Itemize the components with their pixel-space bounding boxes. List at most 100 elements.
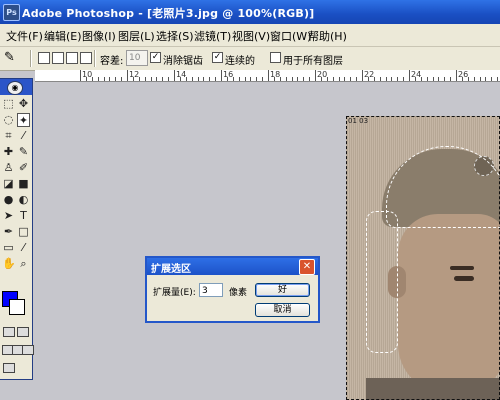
menu-layer[interactable]: 图层(L) <box>118 28 155 44</box>
eraser-tool-icon[interactable]: ◪ <box>2 177 15 191</box>
ruler-minor-tick <box>226 77 228 81</box>
all-layers-checkbox[interactable] <box>270 52 281 63</box>
ruler-major-tick <box>315 70 316 81</box>
ruler-minor-tick <box>338 77 340 81</box>
menu-help[interactable]: 帮助(H) <box>308 28 347 44</box>
ruler-minor-tick <box>115 77 117 81</box>
ruler-minor-tick <box>467 77 469 81</box>
pen-tool-icon[interactable]: ✒ <box>2 225 15 239</box>
marquee-tool-icon[interactable]: ⬚ <box>2 97 15 111</box>
ruler-label: 10 <box>82 70 93 79</box>
healing-brush-icon[interactable]: ✚ <box>2 145 15 159</box>
tolerance-input[interactable]: 10 <box>126 50 148 66</box>
intersect-selection-button[interactable] <box>80 52 92 64</box>
cancel-button[interactable]: 取消 <box>255 303 310 317</box>
shape-tool-icon[interactable]: □ <box>17 225 30 239</box>
standard-mode-icon[interactable] <box>3 327 15 337</box>
toolbox-header: ◉ <box>0 79 32 95</box>
ruler-minor-tick <box>209 77 211 81</box>
menu-file[interactable]: 文件(F) <box>6 28 43 44</box>
ruler-major-tick <box>456 70 457 81</box>
magic-wand-tool-icon[interactable]: ✦ <box>17 113 30 127</box>
subtract-from-selection-button[interactable] <box>66 52 78 64</box>
ruler-label: 18 <box>270 70 281 79</box>
menu-edit[interactable]: 编辑(E) <box>44 28 82 44</box>
ruler-minor-tick <box>232 77 234 81</box>
ruler-minor-tick <box>168 77 170 81</box>
window-title: Adobe Photoshop - [老照片3.jpg @ 100%(RGB)] <box>22 7 315 20</box>
ruler-minor-tick <box>373 77 375 81</box>
menu-select[interactable]: 选择(S) <box>156 28 194 44</box>
contiguous-checkbox[interactable]: ✓ <box>212 52 223 63</box>
ruler-minor-tick <box>332 77 334 81</box>
ruler-minor-tick <box>309 77 311 81</box>
path-select-icon[interactable]: ➤ <box>2 209 15 223</box>
screen-mode-full-icon[interactable] <box>22 345 34 355</box>
ruler-minor-tick <box>273 77 275 81</box>
hand-tool-icon[interactable]: ✋ <box>2 257 16 271</box>
ruler-minor-tick <box>344 77 346 81</box>
eyedropper-tool-icon[interactable]: ⁄ <box>17 241 30 255</box>
gradient-tool-icon[interactable]: ■ <box>17 177 30 191</box>
dodge-tool-icon[interactable]: ◐ <box>17 193 30 207</box>
menu-filter[interactable]: 滤镜(T) <box>194 28 231 44</box>
ruler-minor-tick <box>109 77 111 81</box>
menu-view[interactable]: 视图(V) <box>232 28 270 44</box>
menu-image[interactable]: 图像(I) <box>82 28 116 44</box>
document-image[interactable]: 01 03 <box>346 116 500 400</box>
selection-marquee-edge <box>366 211 398 353</box>
contiguous-label: 连续的 <box>225 56 255 67</box>
ruler-major-tick <box>127 70 128 81</box>
ruler-label: 22 <box>364 70 375 79</box>
image-corner-label: 01 03 <box>348 117 369 125</box>
close-icon[interactable]: ✕ <box>299 259 315 275</box>
ruler-minor-tick <box>179 77 181 81</box>
menu-window[interactable]: 窗口(W) <box>270 28 311 44</box>
ruler-minor-tick <box>326 77 328 81</box>
clone-stamp-icon[interactable]: ♙ <box>2 161 15 175</box>
jump-to-imageready-icon[interactable] <box>3 363 15 373</box>
ruler-minor-tick <box>420 77 422 81</box>
tool-options-bar: ✎ 容差: 10 ✓ 消除锯齿 ✓ 连续的 用于所有图层 <box>0 47 500 71</box>
add-to-selection-button[interactable] <box>52 52 64 64</box>
magic-wand-icon[interactable]: ✎ <box>4 50 22 66</box>
ruler-minor-tick <box>162 77 164 81</box>
brush-tool-icon[interactable]: ✎ <box>17 145 30 159</box>
dialog-title-bar: 扩展选区 ✕ <box>147 258 318 275</box>
zoom-tool-icon[interactable]: ⌕ <box>17 257 30 271</box>
ruler-major-tick <box>268 70 269 81</box>
slice-tool-icon[interactable]: ⁄ <box>17 129 30 143</box>
antialias-checkbox[interactable]: ✓ <box>150 52 161 63</box>
crop-tool-icon[interactable]: ⌗ <box>2 129 15 143</box>
expand-amount-input[interactable]: 3 <box>199 283 223 297</box>
ruler-minor-tick <box>473 77 475 81</box>
lasso-tool-icon[interactable]: ◌ <box>2 113 15 127</box>
ruler-minor-tick <box>144 77 146 81</box>
new-selection-button[interactable] <box>38 52 50 64</box>
ruler-label: 26 <box>458 70 469 79</box>
ruler-minor-tick <box>297 77 299 81</box>
ok-button[interactable]: 好 <box>255 283 310 297</box>
ruler-minor-tick <box>291 77 293 81</box>
ruler-minor-tick <box>432 77 434 81</box>
blur-tool-icon[interactable]: ● <box>2 193 15 207</box>
history-brush-icon[interactable]: ✐ <box>17 161 30 175</box>
type-tool-icon[interactable]: T <box>17 209 30 223</box>
ruler-label: 14 <box>176 70 187 79</box>
ruler-minor-tick <box>191 77 193 81</box>
ruler-minor-tick <box>103 77 105 81</box>
quick-mask-mode-icon[interactable] <box>17 327 29 337</box>
notes-tool-icon[interactable]: ▭ <box>2 241 15 255</box>
ruler-minor-tick <box>132 77 134 81</box>
ruler-minor-tick <box>491 77 493 81</box>
background-color-swatch[interactable] <box>9 299 25 315</box>
all-layers-label: 用于所有图层 <box>283 56 343 67</box>
ruler-minor-tick <box>450 77 452 81</box>
ruler-minor-tick <box>461 77 463 81</box>
ruler-minor-tick <box>91 77 93 81</box>
move-tool-icon[interactable]: ✥ <box>17 97 30 111</box>
ruler-minor-tick <box>426 77 428 81</box>
ruler-minor-tick <box>403 77 405 81</box>
ruler-minor-tick <box>485 77 487 81</box>
ruler-major-tick <box>80 70 81 81</box>
